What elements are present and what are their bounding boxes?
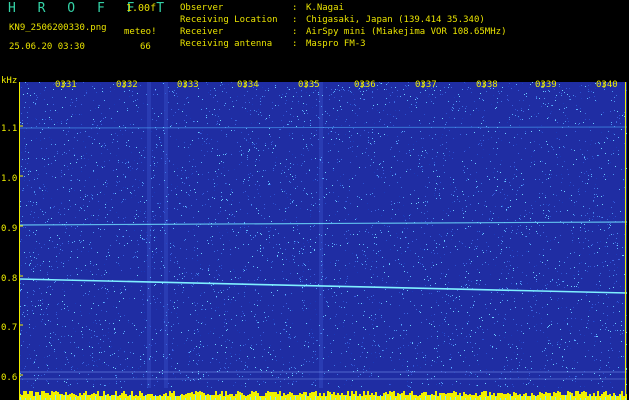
version-label: 1.00f <box>126 3 157 14</box>
info-value: AirSpy mini (Miakejima VOR 108.65MHz) <box>306 27 507 37</box>
info-receiver: Receiver: AirSpy mini (Miakejima VOR 108.… <box>180 27 506 37</box>
info-observer: Observer: K.Nagai <box>180 3 344 13</box>
info-location: Receiving Location: Chigasaki, Japan (139… <box>180 15 485 25</box>
time-tick-label: 0331 <box>55 80 77 90</box>
info-key: Observer <box>180 3 224 13</box>
info-key: Receiving antenna <box>180 39 273 49</box>
y-tick-label: 1.0 <box>1 174 18 184</box>
info-value: K.Nagai <box>306 3 344 13</box>
info-key: Receiving Location <box>180 15 278 25</box>
file-name: KN9_2506200330.png <box>9 23 107 33</box>
info-key: Receiver <box>180 27 224 37</box>
time-tick-label: 0340 <box>596 80 618 90</box>
info-colon: : <box>292 27 298 37</box>
plot-frame <box>19 82 626 398</box>
y-tick-label: 0.7 <box>1 323 18 333</box>
info-value: Chigasaki, Japan (139.414 35.340) <box>306 15 485 25</box>
y-axis-unit: kHz <box>1 76 18 86</box>
info-antenna: Receiving antenna: Maspro FM-3 <box>180 39 366 49</box>
meteor-label: meteo! <box>124 27 157 37</box>
time-tick-label: 0337 <box>415 80 437 90</box>
date-time: 25.06.20 03:30 <box>9 42 85 52</box>
info-value: Maspro FM-3 <box>306 39 366 49</box>
time-tick-label: 0335 <box>298 80 320 90</box>
time-tick-label: 0333 <box>177 80 199 90</box>
header-panel: H R O F F T 1.00f KN9_2506200330.png met… <box>0 0 629 78</box>
info-colon: : <box>292 39 298 49</box>
info-colon: : <box>292 15 298 25</box>
time-tick-label: 0336 <box>354 80 376 90</box>
y-tick-label: 0.6 <box>1 373 18 383</box>
time-tick-label: 0332 <box>116 80 138 90</box>
time-tick-label: 0338 <box>476 80 498 90</box>
info-colon: : <box>292 3 298 13</box>
meteor-count: 66 <box>140 42 151 52</box>
y-tick-label: 1.1 <box>1 124 18 134</box>
time-tick-label: 0339 <box>535 80 557 90</box>
time-tick-label: 0334 <box>237 80 259 90</box>
y-tick-label: 0.8 <box>1 274 18 284</box>
y-tick-label: 0.9 <box>1 224 18 234</box>
